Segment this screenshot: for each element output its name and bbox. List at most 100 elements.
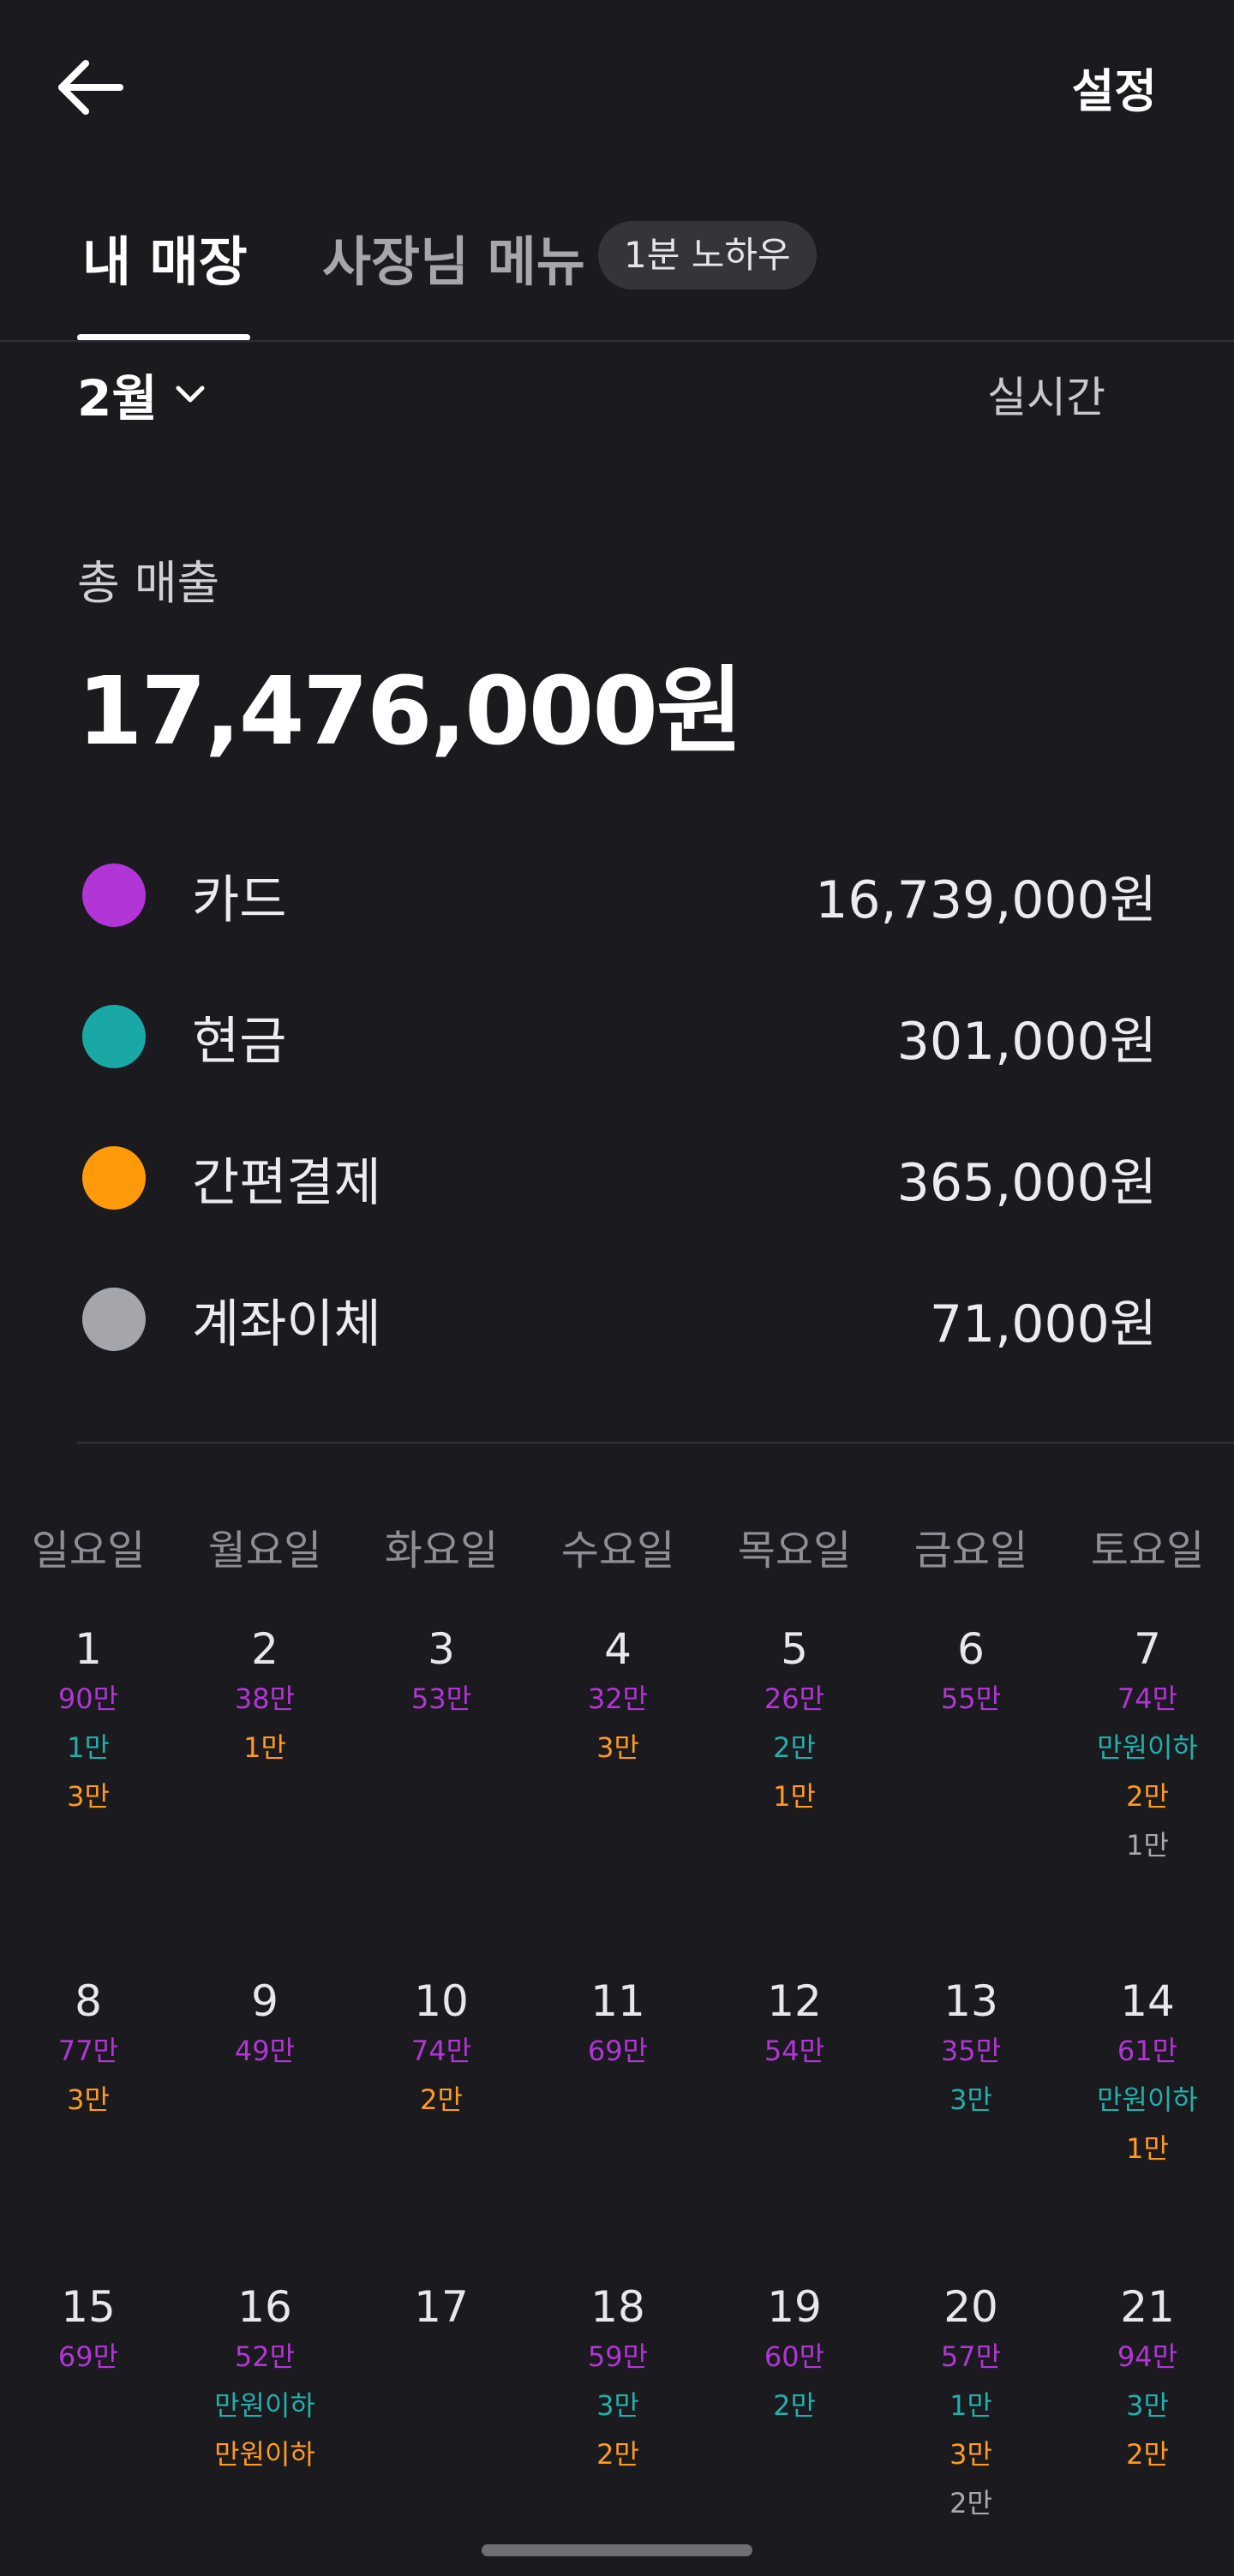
tip-badge[interactable]: 1분 노하우 xyxy=(598,221,817,290)
sales-easy: 1만 xyxy=(773,1780,816,1813)
sales-card: 61만 xyxy=(1117,2035,1178,2067)
weekday-mon: 월요일 xyxy=(207,1527,322,1575)
sales-card: 94만 xyxy=(1117,2340,1178,2373)
tab-my-store[interactable]: 내 매장 xyxy=(82,218,248,296)
weekday-sun: 일요일 xyxy=(31,1527,146,1575)
day-number: 19 xyxy=(767,2282,822,2332)
day-number: 15 xyxy=(61,2282,116,2332)
calendar-day[interactable]: 12 54만 xyxy=(706,1975,883,2076)
sales-card: 60만 xyxy=(764,2340,825,2373)
calendar-day[interactable]: 18 59만 3만 2만 xyxy=(530,2281,706,2479)
total-sales-label: 총 매출 xyxy=(77,556,220,610)
calendar-day[interactable]: 8 77만 3만 xyxy=(0,1975,177,2125)
calendar-day[interactable]: 3 53만 xyxy=(353,1623,530,1724)
calendar-day[interactable]: 4 32만 3만 xyxy=(530,1623,706,1772)
calendar-day[interactable]: 1 90만 1만 3만 xyxy=(0,1623,177,1821)
sales-card: 26만 xyxy=(764,1682,825,1715)
payment-label: 카드 xyxy=(192,870,287,930)
sales-cash: 2만 xyxy=(773,1731,816,1764)
sales-easy: 3만 xyxy=(949,2438,992,2471)
weekday-wed: 수요일 xyxy=(560,1527,675,1575)
day-number: 7 xyxy=(1134,1624,1161,1674)
calendar-day[interactable]: 13 35만 3만 xyxy=(883,1975,1059,2125)
weekday-tue: 화요일 xyxy=(384,1527,499,1575)
payment-amount: 365,000원 xyxy=(896,1152,1157,1213)
sales-card: 57만 xyxy=(940,2340,1002,2373)
bank-transfer-color-dot xyxy=(82,1288,146,1351)
calendar-day[interactable]: 6 55만 xyxy=(883,1623,1059,1724)
payment-label: 계좌이체 xyxy=(192,1294,381,1354)
calendar-day[interactable]: 14 61만 만원이하 1만 xyxy=(1059,1975,1234,2173)
calendar-day[interactable]: 11 69만 xyxy=(530,1975,706,2076)
sales-cash: 만원이하 xyxy=(1097,2083,1198,2116)
payment-label: 간편결제 xyxy=(192,1152,381,1213)
day-number: 6 xyxy=(957,1624,985,1674)
sales-card: 77만 xyxy=(57,2035,119,2067)
tab-owner-menu[interactable]: 사장님 메뉴 xyxy=(322,218,585,296)
realtime-button[interactable]: 실시간 xyxy=(987,363,1105,425)
sales-card: 54만 xyxy=(764,2035,825,2067)
sales-card: 55만 xyxy=(940,1682,1002,1715)
day-number: 12 xyxy=(767,1976,822,2026)
sales-card: 74만 xyxy=(1117,1682,1178,1715)
sales-easy: 2만 xyxy=(420,2083,463,2116)
calendar-day[interactable]: 9 49만 xyxy=(177,1975,353,2076)
day-number: 3 xyxy=(428,1624,455,1674)
sales-bank: 2만 xyxy=(949,2487,992,2519)
day-number: 14 xyxy=(1120,1976,1175,2026)
sales-card: 69만 xyxy=(587,2035,649,2067)
sales-easy: 2만 xyxy=(1126,2438,1169,2471)
sales-cash: 3만 xyxy=(1126,2389,1169,2422)
sales-card: 90만 xyxy=(57,1682,119,1715)
payment-amount: 71,000원 xyxy=(929,1294,1157,1354)
calendar-day[interactable]: 17 xyxy=(353,2281,530,2333)
calendar-day[interactable]: 20 57만 1만 3만 2만 xyxy=(883,2281,1059,2528)
sales-cash: 만원이하 xyxy=(214,2389,315,2422)
calendar-day[interactable]: 16 52만 만원이하 만원이하 xyxy=(177,2281,353,2479)
day-number: 8 xyxy=(75,1976,102,2026)
sales-easy: 3만 xyxy=(596,1731,639,1764)
sales-cash: 만원이하 xyxy=(1097,1731,1198,1764)
month-label: 2월 xyxy=(77,369,158,427)
sales-card: 74만 xyxy=(410,2035,472,2067)
sales-card: 52만 xyxy=(234,2340,296,2373)
calendar-day[interactable]: 15 69만 xyxy=(0,2281,177,2382)
payment-amount: 16,739,000원 xyxy=(815,870,1157,930)
weekday-sat: 토요일 xyxy=(1090,1527,1205,1575)
day-number: 11 xyxy=(590,1976,645,2026)
sales-easy: 2만 xyxy=(1126,1780,1169,1813)
sales-easy: 3만 xyxy=(67,2083,110,2116)
sales-easy: 3만 xyxy=(67,1780,110,1813)
weekday-thu: 목요일 xyxy=(737,1527,852,1575)
day-number: 18 xyxy=(590,2282,645,2332)
card-color-dot xyxy=(82,864,146,927)
calendar-day[interactable]: 7 74만 만원이하 2만 1만 xyxy=(1059,1623,1234,1870)
day-number: 16 xyxy=(237,2282,292,2332)
month-selector[interactable]: 2월 xyxy=(77,358,209,430)
sales-cash: 3만 xyxy=(949,2083,992,2116)
sales-card: 69만 xyxy=(57,2340,119,2373)
calendar-day[interactable]: 2 38만 1만 xyxy=(177,1623,353,1772)
total-sales-value: 17,476,000원 xyxy=(77,656,743,766)
day-number: 4 xyxy=(604,1624,632,1674)
day-number: 9 xyxy=(251,1976,279,2026)
sales-card: 38만 xyxy=(234,1682,296,1715)
sales-card: 32만 xyxy=(587,1682,649,1715)
sales-card: 59만 xyxy=(587,2340,649,2373)
settings-button[interactable]: 설정 xyxy=(1072,53,1157,121)
back-arrow-icon[interactable] xyxy=(51,51,129,129)
payment-amount: 301,000원 xyxy=(896,1011,1157,1072)
sales-easy: 만원이하 xyxy=(214,2438,315,2471)
sales-card: 49만 xyxy=(234,2035,296,2067)
calendar-day[interactable]: 21 94만 3만 2만 xyxy=(1059,2281,1234,2479)
sales-cash: 1만 xyxy=(67,1731,110,1764)
easy-pay-color-dot xyxy=(82,1146,146,1210)
calendar-day[interactable]: 10 74만 2만 xyxy=(353,1975,530,2125)
section-divider xyxy=(77,1442,1234,1443)
calendar-day[interactable]: 5 26만 2만 1만 xyxy=(706,1623,883,1821)
day-number: 2 xyxy=(251,1624,279,1674)
day-number: 1 xyxy=(75,1624,102,1674)
chevron-down-icon xyxy=(176,386,205,403)
calendar-day[interactable]: 19 60만 2만 xyxy=(706,2281,883,2430)
home-indicator xyxy=(482,2544,752,2556)
